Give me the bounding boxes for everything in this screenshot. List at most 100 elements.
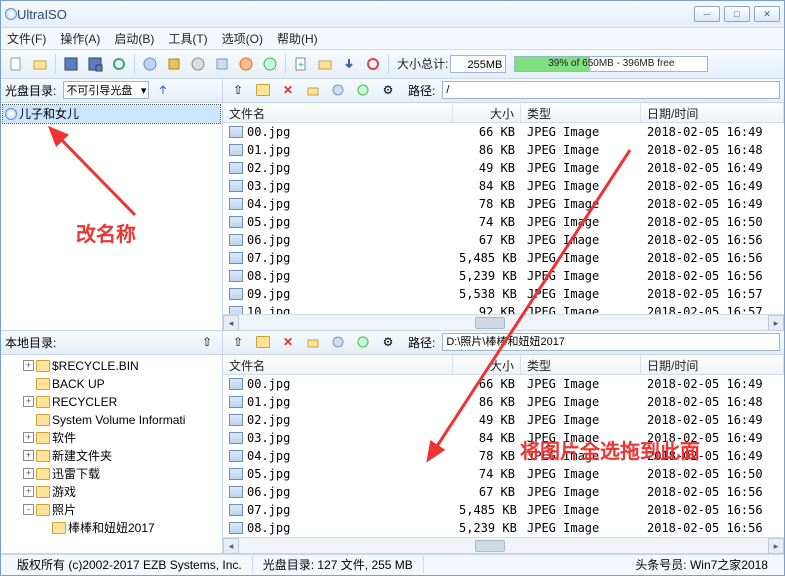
tree-item[interactable]: +游戏 xyxy=(3,483,220,501)
titlebar[interactable]: UltraISO ─ □ ✕ xyxy=(1,1,784,28)
new-button[interactable] xyxy=(5,53,27,75)
close-button[interactable]: ✕ xyxy=(754,6,780,22)
add-folder-button[interactable] xyxy=(314,53,336,75)
file-row[interactable]: 06.jpg67 KBJPEG Image2018-02-05 16:56 xyxy=(223,231,784,249)
menu-file[interactable]: 文件(F) xyxy=(7,30,46,47)
col-size[interactable]: 大小 xyxy=(453,103,521,122)
local-file-list[interactable]: 00.jpg66 KBJPEG Image2018-02-05 16:4901.… xyxy=(223,375,784,537)
file-row[interactable]: 08.jpg5,239 KBJPEG Image2018-02-05 16:56 xyxy=(223,267,784,285)
file-row[interactable]: 10.jpg92 KBJPEG Image2018-02-05 16:57 xyxy=(223,303,784,314)
iso-tree[interactable]: 儿子和女儿 xyxy=(1,103,222,330)
tree-item[interactable]: +RECYCLER xyxy=(3,393,220,411)
file-row[interactable]: 07.jpg5,485 KBJPEG Image2018-02-05 16:56 xyxy=(223,501,784,519)
file-row[interactable]: 02.jpg49 KBJPEG Image2018-02-05 16:49 xyxy=(223,159,784,177)
local-tree[interactable]: +$RECYCLE.BINBACK UP+RECYCLERSystem Volu… xyxy=(1,355,222,553)
props-button[interactable] xyxy=(327,79,349,101)
expander-icon[interactable]: - xyxy=(23,504,34,515)
menu-options[interactable]: 选项(O) xyxy=(222,30,263,47)
col-type[interactable]: 类型 xyxy=(521,103,641,122)
list-up-button[interactable]: ⇧ xyxy=(227,79,249,101)
file-size: 92 KB xyxy=(453,305,521,314)
expander-icon[interactable]: + xyxy=(23,450,34,461)
col-name[interactable]: 文件名 xyxy=(223,355,453,374)
file-row[interactable]: 06.jpg67 KBJPEG Image2018-02-05 16:56 xyxy=(223,483,784,501)
delete-button[interactable]: ✕ xyxy=(277,331,299,353)
file-row[interactable]: 00.jpg66 KBJPEG Image2018-02-05 16:49 xyxy=(223,375,784,393)
open-button[interactable] xyxy=(29,53,51,75)
virtual-button[interactable] xyxy=(235,53,257,75)
settings-button[interactable] xyxy=(352,331,374,353)
checksum-button[interactable] xyxy=(211,53,233,75)
file-row[interactable]: 02.jpg49 KBJPEG Image2018-02-05 16:49 xyxy=(223,411,784,429)
compress-button[interactable] xyxy=(163,53,185,75)
iso-root-item[interactable]: 儿子和女儿 xyxy=(3,105,220,123)
file-row[interactable]: 09.jpg5,538 KBJPEG Image2018-02-05 16:57 xyxy=(223,285,784,303)
minimize-button[interactable]: ─ xyxy=(694,6,720,22)
tree-item[interactable]: +迅雷下载 xyxy=(3,465,220,483)
menu-boot[interactable]: 启动(B) xyxy=(114,30,154,47)
file-row[interactable]: 04.jpg78 KBJPEG Image2018-02-05 16:49 xyxy=(223,447,784,465)
boot-button[interactable] xyxy=(362,53,384,75)
mount-button[interactable] xyxy=(139,53,161,75)
col-size[interactable]: 大小 xyxy=(453,355,521,374)
tree-item[interactable]: BACK UP xyxy=(3,375,220,393)
tree-item[interactable]: 棒棒和妞妞2017 xyxy=(3,519,220,537)
tree-item[interactable]: -照片 xyxy=(3,501,220,519)
extract-button[interactable] xyxy=(338,53,360,75)
file-row[interactable]: 05.jpg74 KBJPEG Image2018-02-05 16:50 xyxy=(223,213,784,231)
gear-icon[interactable]: ⚙ xyxy=(377,331,399,353)
expander-icon[interactable]: + xyxy=(23,432,34,443)
gear-icon[interactable]: ⚙ xyxy=(377,79,399,101)
tree-up-button[interactable] xyxy=(152,79,174,101)
expander-icon[interactable]: + xyxy=(23,360,34,371)
tree-item[interactable]: +软件 xyxy=(3,429,220,447)
props-button[interactable] xyxy=(327,331,349,353)
save-button[interactable] xyxy=(60,53,82,75)
saveas-button[interactable] xyxy=(84,53,106,75)
new-folder-button[interactable] xyxy=(252,79,274,101)
file-row[interactable]: 07.jpg5,485 KBJPEG Image2018-02-05 16:56 xyxy=(223,249,784,267)
list-up-button[interactable]: ⇧ xyxy=(227,331,249,353)
delete-button[interactable]: ✕ xyxy=(277,79,299,101)
file-row[interactable]: 01.jpg86 KBJPEG Image2018-02-05 16:48 xyxy=(223,393,784,411)
file-row[interactable]: 04.jpg78 KBJPEG Image2018-02-05 16:49 xyxy=(223,195,784,213)
tree-item[interactable]: +新建文件夹 xyxy=(3,447,220,465)
new-folder-button[interactable] xyxy=(252,331,274,353)
tree-item[interactable]: System Volume Informati xyxy=(3,411,220,429)
file-row[interactable]: 01.jpg86 KBJPEG Image2018-02-05 16:48 xyxy=(223,141,784,159)
file-row[interactable]: 03.jpg84 KBJPEG Image2018-02-05 16:49 xyxy=(223,177,784,195)
expander-icon[interactable]: + xyxy=(23,468,34,479)
file-row[interactable]: 05.jpg74 KBJPEG Image2018-02-05 16:50 xyxy=(223,465,784,483)
iso-list-header[interactable]: 文件名 大小 类型 日期/时间 xyxy=(223,103,784,123)
col-type[interactable]: 类型 xyxy=(521,355,641,374)
file-row[interactable]: 03.jpg84 KBJPEG Image2018-02-05 16:49 xyxy=(223,429,784,447)
local-up-button[interactable]: ⇧ xyxy=(196,331,218,353)
local-hscroll[interactable]: ◂▸ xyxy=(223,537,784,553)
expander-icon[interactable]: + xyxy=(23,396,34,407)
iso-hscroll[interactable]: ◂▸ xyxy=(223,314,784,330)
add-files-button[interactable]: + xyxy=(290,53,312,75)
col-name[interactable]: 文件名 xyxy=(223,103,453,122)
boot-type-select[interactable]: 不可引导光盘▾ xyxy=(63,81,149,99)
tree-item[interactable]: +$RECYCLE.BIN xyxy=(3,357,220,375)
convert-button[interactable] xyxy=(259,53,281,75)
file-row[interactable]: 00.jpg66 KBJPEG Image2018-02-05 16:49 xyxy=(223,123,784,141)
settings-button[interactable] xyxy=(352,79,374,101)
local-path[interactable]: D:\照片\棒棒和妞妞2017 xyxy=(442,333,780,351)
col-date[interactable]: 日期/时间 xyxy=(641,103,784,122)
iso-file-list[interactable]: 00.jpg66 KBJPEG Image2018-02-05 16:4901.… xyxy=(223,123,784,314)
extract-button[interactable] xyxy=(302,331,324,353)
expander-icon[interactable]: + xyxy=(23,486,34,497)
refresh-button[interactable] xyxy=(108,53,130,75)
iso-path[interactable]: / xyxy=(442,81,780,99)
menu-tools[interactable]: 工具(T) xyxy=(168,30,207,47)
menu-help[interactable]: 帮助(H) xyxy=(277,30,318,47)
maximize-button[interactable]: □ xyxy=(724,6,750,22)
extract-button[interactable] xyxy=(302,79,324,101)
burn-button[interactable] xyxy=(187,53,209,75)
col-date[interactable]: 日期/时间 xyxy=(641,355,784,374)
file-row[interactable]: 08.jpg5,239 KBJPEG Image2018-02-05 16:56 xyxy=(223,519,784,537)
local-list-header[interactable]: 文件名 大小 类型 日期/时间 xyxy=(223,355,784,375)
menu-ops[interactable]: 操作(A) xyxy=(60,30,100,47)
capacity-bar[interactable]: 39% of 650MB - 396MB free xyxy=(514,56,708,72)
